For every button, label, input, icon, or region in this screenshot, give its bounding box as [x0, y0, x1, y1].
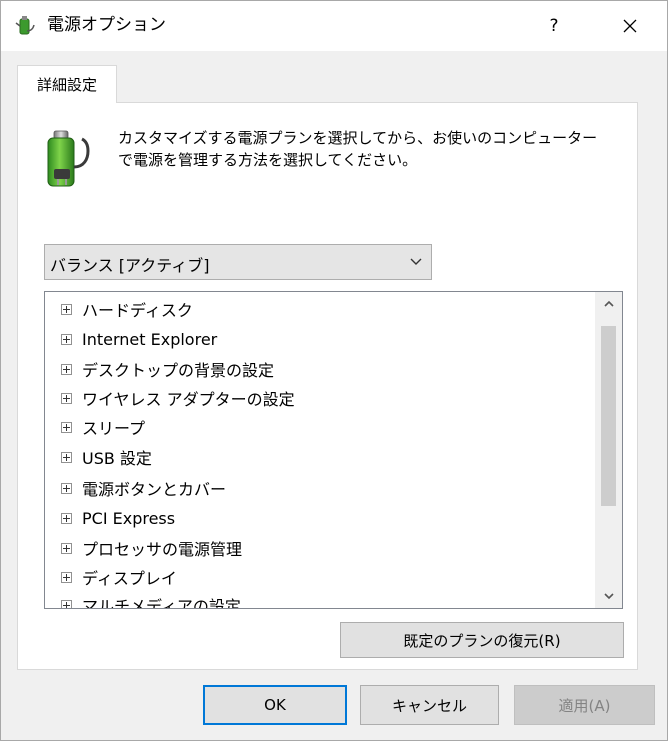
title-bar: 電源オプション ? [1, 1, 667, 51]
tree-item-usb-settings[interactable]: USB 設定 [45, 442, 593, 472]
tree-item-power-buttons-lid[interactable]: 電源ボタンとカバー [45, 473, 593, 503]
tree-item-pci-express[interactable]: PCI Express [45, 503, 593, 533]
tree-item-processor-power[interactable]: プロセッサの電源管理 [45, 533, 593, 563]
power-plan-select[interactable]: バランス [アクティブ] [44, 244, 432, 280]
tree-item-label: ハードディスク [82, 301, 193, 320]
tree-item-label: マルチメディアの設定 [82, 597, 241, 609]
expand-plus-icon[interactable] [61, 451, 72, 463]
expand-plus-icon[interactable] [61, 599, 72, 608]
expand-plus-icon[interactable] [61, 571, 72, 583]
tree-item-hard-disk[interactable]: ハードディスク [45, 294, 593, 324]
power-plan-value: バランス [アクティブ] [50, 256, 210, 275]
close-button[interactable] [607, 1, 653, 51]
tab-advanced-settings[interactable]: 詳細設定 [17, 65, 117, 103]
expand-plus-icon[interactable] [61, 512, 72, 524]
help-button[interactable]: ? [531, 1, 577, 51]
tree-item-label: PCI Express [82, 508, 176, 528]
expand-plus-icon[interactable] [61, 303, 72, 315]
expand-plus-icon[interactable] [61, 482, 72, 494]
apply-button[interactable]: 適用(A) [514, 685, 655, 725]
tree-scrollbar[interactable] [595, 292, 622, 608]
tree-item-label: デスクトップの背景の設定 [82, 361, 275, 380]
power-options-dialog: 電源オプション ? 詳細設定 カスタマイズする電源プランを選択してから、お使いの… [0, 0, 668, 741]
cancel-button[interactable]: キャンセル [360, 685, 499, 725]
tree-item-label: USB 設定 [82, 449, 152, 468]
description-line-1: カスタマイズする電源プランを選択してから、お使いのコンピューター [118, 129, 598, 147]
plan-description: カスタマイズする電源プランを選択してから、お使いのコンピューター で電源を管理す… [118, 127, 618, 171]
scroll-down-button[interactable] [595, 584, 622, 608]
tree-item-label: スリープ [82, 419, 146, 438]
tree-item-internet-explorer[interactable]: Internet Explorer [45, 324, 593, 354]
expand-plus-icon[interactable] [61, 542, 72, 554]
tree-item-label: ディスプレイ [82, 569, 177, 588]
tree-item-sleep[interactable]: スリープ [45, 412, 593, 442]
description-line-2: で電源を管理する方法を選択してください。 [118, 151, 418, 169]
chevron-down-icon [603, 593, 614, 600]
tree-item-label: ワイヤレス アダプターの設定 [82, 390, 295, 409]
tree-item-display[interactable]: ディスプレイ [45, 562, 593, 592]
settings-tree[interactable]: ハードディスク Internet Explorer デスクトップの背景の設定 ワ… [44, 291, 623, 609]
chevron-down-icon [410, 258, 422, 265]
scroll-thumb[interactable] [601, 326, 616, 506]
battery-plug-icon [47, 130, 90, 187]
expand-plus-icon[interactable] [61, 333, 72, 345]
ok-button[interactable]: OK [203, 685, 347, 725]
tree-item-label: Internet Explorer [82, 329, 218, 349]
expand-plus-icon[interactable] [61, 421, 72, 433]
expand-plus-icon[interactable] [61, 392, 72, 404]
tree-item-label: 電源ボタンとカバー [82, 480, 227, 499]
power-options-icon [15, 16, 35, 35]
close-icon [623, 19, 637, 33]
tree-item-wireless-adapter[interactable]: ワイヤレス アダプターの設定 [45, 383, 593, 413]
restore-defaults-button[interactable]: 既定のプランの復元(R) [340, 622, 624, 658]
advanced-settings-panel: カスタマイズする電源プランを選択してから、お使いのコンピューター で電源を管理す… [17, 102, 638, 670]
scroll-up-button[interactable] [595, 292, 622, 316]
chevron-up-icon [603, 300, 614, 307]
tree-item-label: プロセッサの電源管理 [82, 540, 243, 559]
window-title: 電源オプション [47, 15, 166, 35]
expand-plus-icon[interactable] [61, 363, 72, 375]
tree-item-multimedia[interactable]: マルチメディアの設定 [45, 590, 593, 609]
tree-item-desktop-background[interactable]: デスクトップの背景の設定 [45, 354, 593, 384]
